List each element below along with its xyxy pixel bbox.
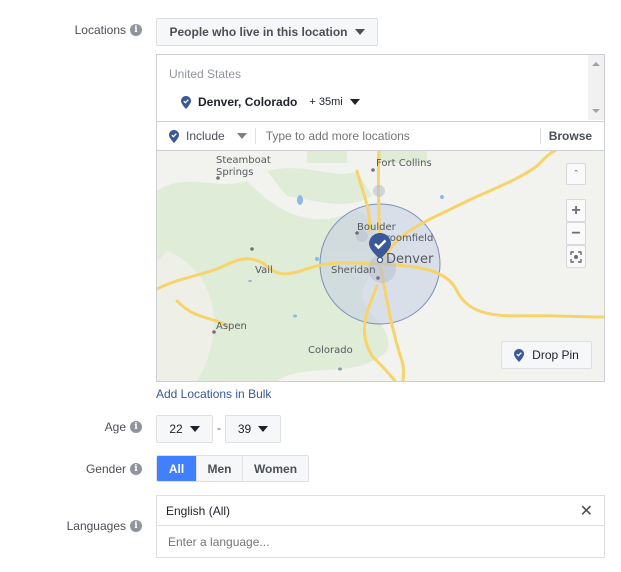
age-min-dropdown[interactable]: 22 xyxy=(156,415,213,443)
browse-button[interactable]: Browse xyxy=(549,129,592,143)
caret-down-icon xyxy=(258,426,269,432)
caret-down-icon xyxy=(236,133,247,139)
recenter-button[interactable] xyxy=(566,245,586,268)
info-icon[interactable]: i xyxy=(130,24,142,36)
recenter-icon xyxy=(570,250,582,263)
drop-pin-button[interactable]: Drop Pin xyxy=(501,341,592,369)
country-label: United States xyxy=(169,67,242,81)
radius-dropdown[interactable]: + 35mi xyxy=(309,96,360,108)
age-separator: - xyxy=(217,421,221,435)
languages-label-text: Languages xyxy=(66,519,126,533)
info-icon[interactable]: i xyxy=(130,520,142,532)
gender-selector: All Men Women xyxy=(156,455,309,482)
gender-label-text: Gender xyxy=(85,462,126,476)
age-max-dropdown[interactable]: 39 xyxy=(225,415,281,443)
map-label-steamboat: Steamboat Springs xyxy=(216,155,271,178)
divider xyxy=(539,128,541,144)
info-icon[interactable]: i xyxy=(130,463,142,475)
age-label: Age i xyxy=(105,420,142,434)
map-collapse-button[interactable]: ˆ xyxy=(566,163,586,185)
zoom-in-button[interactable]: + xyxy=(566,199,586,222)
location-type-label: People who live in this location xyxy=(169,25,348,39)
age-max-value: 39 xyxy=(237,422,252,436)
caret-down-icon xyxy=(349,99,360,105)
locations-label: Locations i xyxy=(75,23,142,37)
selected-location: Denver, Colorado + 35mi xyxy=(181,95,360,109)
location-pin-icon xyxy=(169,129,179,143)
location-pin-icon xyxy=(514,348,525,362)
caret-down-icon xyxy=(354,29,365,35)
info-icon[interactable]: i xyxy=(130,421,142,433)
location-search-input[interactable] xyxy=(263,128,534,144)
selected-location-name: Denver, Colorado xyxy=(198,95,298,109)
gender-option-all[interactable]: All xyxy=(157,456,196,481)
zoom-out-button[interactable]: − xyxy=(566,222,586,245)
age-min-value: 22 xyxy=(169,422,183,436)
caret-down-icon xyxy=(189,426,200,432)
gender-option-women[interactable]: Women xyxy=(242,456,308,481)
map-label-vail: Vail xyxy=(255,265,273,276)
scroll-up-icon[interactable] xyxy=(592,62,600,66)
map-label-aspen: Aspen xyxy=(216,321,247,332)
map-label-colorado: Colorado xyxy=(308,345,353,356)
add-locations-bulk-link[interactable]: Add Locations in Bulk xyxy=(156,387,271,401)
location-map[interactable]: Steamboat Springs Fort Collins Boulder Br… xyxy=(157,151,604,381)
selected-language-name: English (All) xyxy=(166,503,231,518)
drop-pin-label: Drop Pin xyxy=(532,348,579,362)
location-selector: United States Denver, Colorado + 35mi In… xyxy=(156,54,605,382)
map-label-sheridan: Sheridan xyxy=(331,265,376,276)
languages-selector: English (All) ✕ xyxy=(156,495,605,558)
map-marker-icon[interactable] xyxy=(369,233,391,263)
radius-value: + 35mi xyxy=(309,96,343,108)
map-label-boulder: Boulder xyxy=(357,222,396,233)
languages-label: Languages i xyxy=(67,519,142,533)
location-type-dropdown[interactable]: People who live in this location xyxy=(156,18,378,46)
include-dropdown[interactable]: Include xyxy=(169,129,247,143)
divider xyxy=(254,128,256,144)
location-pin-icon xyxy=(181,95,191,109)
scroll-down-icon[interactable] xyxy=(592,109,600,113)
locations-label-text: Locations xyxy=(74,23,126,37)
include-row: Include Browse xyxy=(157,121,604,151)
remove-icon[interactable]: ✕ xyxy=(580,501,593,521)
include-label: Include xyxy=(186,129,225,143)
gender-option-men[interactable]: Men xyxy=(196,456,242,481)
map-label-denver: Denver xyxy=(386,252,434,267)
age-label-text: Age xyxy=(104,420,126,434)
scrollbar[interactable] xyxy=(588,55,604,120)
selected-language: English (All) ✕ xyxy=(157,496,604,526)
gender-label: Gender i xyxy=(86,462,142,476)
map-label-fort-collins: Fort Collins xyxy=(376,158,432,169)
language-input[interactable] xyxy=(166,534,586,550)
